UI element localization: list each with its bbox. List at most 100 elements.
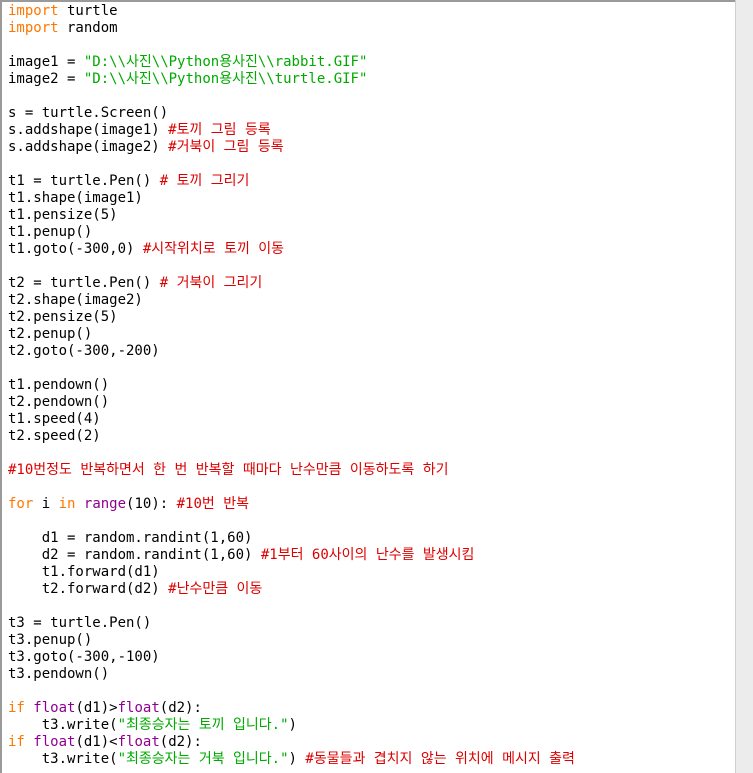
code-line: t1.shape(image1) xyxy=(8,190,575,207)
code-line: d2 = random.randint(1,60) #1부터 60사이의 난수를… xyxy=(8,547,575,564)
code-token-builtin: float xyxy=(117,700,160,716)
code-token-default: t1.pensize(5) xyxy=(8,207,118,223)
code-line: t2.pendown() xyxy=(8,394,575,411)
code-token-default: (d2): xyxy=(159,734,202,750)
code-token-default: s.addshape(image1) xyxy=(8,122,169,138)
code-line: if float(d1)<float(d2): xyxy=(8,734,575,751)
code-line: t2 = turtle.Pen() # 거북이 그리기 xyxy=(8,275,575,292)
code-line: for i in range(10): #10번 반복 xyxy=(8,496,575,513)
code-token-default: i xyxy=(33,496,59,512)
code-token-default: t1.forward(d1) xyxy=(8,564,160,580)
code-token-default: t2 = turtle.Pen() xyxy=(8,275,160,291)
code-token-default xyxy=(75,496,83,512)
code-token-default: t1.pendown() xyxy=(8,377,110,393)
code-line: image2 = "D:\\사진\\Python용사진\\turtle.GIF" xyxy=(8,71,575,88)
code-token-string: "D:\\사진\\Python용사진\\turtle.GIF" xyxy=(83,71,368,87)
code-token-default: ) xyxy=(288,717,297,733)
code-line: t2.goto(-300,-200) xyxy=(8,343,575,360)
code-text-area[interactable]: import turtle import random image1 = "D:\\… xyxy=(8,3,575,768)
code-line: d1 = random.randint(1,60) xyxy=(8,530,575,547)
code-token-default: (d1)< xyxy=(75,734,118,750)
code-token-default: t1 = turtle.Pen() xyxy=(8,173,160,189)
code-token-default: (d1)> xyxy=(75,700,118,716)
code-token-comment: #10번 반복 xyxy=(176,496,249,512)
code-token-default: turtle xyxy=(58,3,118,19)
code-token-builtin: float xyxy=(117,734,160,750)
code-line: t2.speed(2) xyxy=(8,428,575,445)
code-token-keyword: in xyxy=(58,496,76,512)
code-line: t1.pensize(5) xyxy=(8,207,575,224)
code-token-default: s.addshape(image2) xyxy=(8,139,169,155)
code-token-default: random xyxy=(58,20,118,36)
code-line: t1 = turtle.Pen() # 토끼 그리기 xyxy=(8,173,575,190)
code-token-default: t2.goto(-300,-200) xyxy=(8,343,160,359)
code-token-comment: #토끼 그림 등록 xyxy=(168,122,271,138)
code-line: if float(d1)>float(d2): xyxy=(8,700,575,717)
code-line: t2.penup() xyxy=(8,326,575,343)
code-token-keyword: if xyxy=(8,734,25,750)
code-token-comment: #시작위치로 토끼 이동 xyxy=(142,241,285,257)
code-token-default: t2.forward(d2) xyxy=(8,581,169,597)
code-token-default: t2.pensize(5) xyxy=(8,309,118,325)
code-token-default: t1.goto(-300,0) xyxy=(8,241,143,257)
code-line: t3.write("최종승자는 거북 입니다.") #동물들과 겹치지 않는 위… xyxy=(8,751,575,768)
code-line: t3.write("최종승자는 토끼 입니다.") xyxy=(8,717,575,734)
code-line: t2.shape(image2) xyxy=(8,292,575,309)
code-token-comment: #거북이 그림 등록 xyxy=(168,139,284,155)
code-token-default: image2 = xyxy=(8,71,84,87)
code-token-default: (10): xyxy=(126,496,177,512)
code-token-comment: #난수만큼 이동 xyxy=(168,581,263,597)
code-token-default: d1 = random.randint(1,60) xyxy=(8,530,253,546)
code-line: s.addshape(image2) #거북이 그림 등록 xyxy=(8,139,575,156)
code-token-default: d2 = random.randint(1,60) xyxy=(8,547,261,563)
code-line: t2.pensize(5) xyxy=(8,309,575,326)
code-token-default: t1.speed(4) xyxy=(8,411,101,427)
code-token-comment: #10번정도 반복하면서 한 번 반복할 때마다 난수만큼 이동하도록 하기 xyxy=(8,462,449,478)
code-token-builtin: float xyxy=(33,700,76,716)
code-token-default: t3.write( xyxy=(8,717,118,733)
code-token-string: "D:\\사진\\Python용사진\\rabbit.GIF" xyxy=(83,54,368,70)
code-token-keyword: import xyxy=(8,3,59,19)
code-token-default: t2.pendown() xyxy=(8,394,110,410)
code-line: t1.penup() xyxy=(8,224,575,241)
code-editor[interactable]: import turtle import random image1 = "D:\\… xyxy=(0,0,735,773)
code-line: t3.penup() xyxy=(8,632,575,649)
code-line: t3.pendown() xyxy=(8,666,575,683)
code-token-default: t3.write( xyxy=(8,751,118,767)
code-token-builtin: float xyxy=(33,734,76,750)
code-line: #10번정도 반복하면서 한 번 반복할 때마다 난수만큼 이동하도록 하기 xyxy=(8,462,575,479)
code-line: t1.forward(d1) xyxy=(8,564,575,581)
code-token-comment: #1부터 60사이의 난수를 발생시킴 xyxy=(260,547,475,563)
code-line: t1.goto(-300,0) #시작위치로 토끼 이동 xyxy=(8,241,575,258)
code-token-default: ) xyxy=(288,751,306,767)
code-token-string: "최종승자는 토끼 입니다." xyxy=(117,717,289,733)
code-token-default: (d2): xyxy=(159,700,202,716)
code-line: t2.forward(d2) #난수만큼 이동 xyxy=(8,581,575,598)
code-token-keyword: import xyxy=(8,20,59,36)
code-line: t3.goto(-300,-100) xyxy=(8,649,575,666)
code-token-comment: # 거북이 그리기 xyxy=(159,275,263,291)
code-token-string: "최종승자는 거북 입니다." xyxy=(117,751,289,767)
vertical-scrollbar[interactable] xyxy=(735,0,753,773)
code-line: image1 = "D:\\사진\\Python용사진\\rabbit.GIF" xyxy=(8,54,575,71)
code-line: s.addshape(image1) #토끼 그림 등록 xyxy=(8,122,575,139)
code-token-default: t3.goto(-300,-100) xyxy=(8,649,160,665)
code-token-default: t2.speed(2) xyxy=(8,428,101,444)
code-line: t3 = turtle.Pen() xyxy=(8,615,575,632)
code-token-default: t2.penup() xyxy=(8,326,93,342)
code-token-default: t2.shape(image2) xyxy=(8,292,143,308)
code-token-default: t1.shape(image1) xyxy=(8,190,143,206)
code-token-default: t3.penup() xyxy=(8,632,93,648)
code-token-default: image1 = xyxy=(8,54,84,70)
code-token-comment: #동물들과 겹치지 않는 위치에 메시지 출력 xyxy=(305,751,575,767)
code-line: import random xyxy=(8,20,575,37)
